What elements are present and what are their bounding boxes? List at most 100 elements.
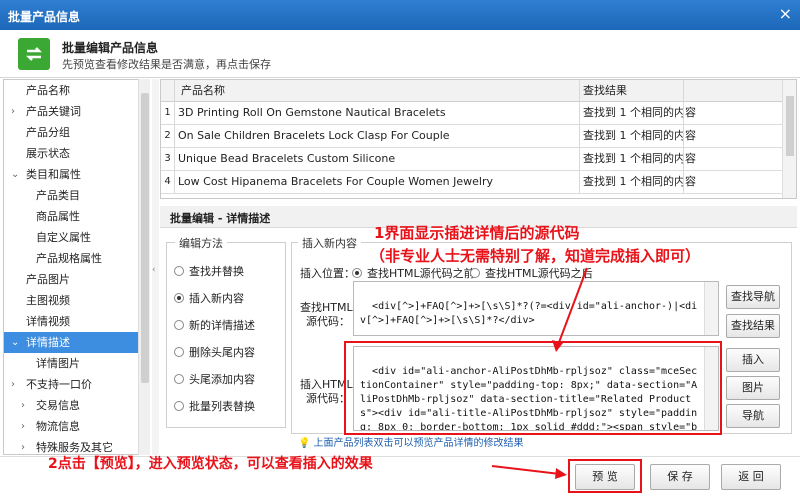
panel-splitter[interactable]: ‹ [152, 79, 159, 455]
sidebar-item-label: 物流信息 [36, 420, 80, 433]
chevron-down-icon[interactable]: ⌄ [11, 164, 19, 185]
lightbulb-icon: 💡 [298, 438, 311, 449]
insert-button[interactable]: 插入 [726, 348, 780, 372]
sidebar-item[interactable]: 产品分组 [4, 122, 149, 143]
arrow-to-preview [491, 465, 561, 475]
sidebar-item[interactable]: 详情图片 [4, 353, 149, 374]
sidebar-item[interactable]: 产品规格属性 [4, 248, 149, 269]
method-group: 编辑方法 查找并替换插入新内容新的详情描述 删除头尾内容 头尾添加内容 批量列表替换 [166, 235, 286, 428]
arrow-head-preview [555, 468, 567, 479]
collapse-icon[interactable]: ‹ [152, 265, 156, 275]
sidebar-item[interactable]: › 物流信息 [4, 416, 149, 437]
radio-unchecked-icon [174, 266, 184, 276]
method-radio[interactable]: 查找并替换 [174, 263, 244, 279]
sidebar-item-label: 产品分组 [26, 126, 70, 139]
result-cell: 查找到 1 个相同的内容 [579, 171, 696, 193]
column-header-name[interactable]: 产品名称 [174, 80, 578, 102]
method-radio[interactable]: 头尾添加内容 [174, 371, 255, 387]
find-textarea-scrollbar[interactable] [704, 282, 718, 335]
radio-unchecked-icon [174, 374, 184, 384]
nav-button[interactable]: 导航 [726, 404, 780, 428]
radio-checked-icon [174, 293, 184, 303]
find-result-button[interactable]: 查找结果 [726, 314, 780, 338]
chevron-down-icon[interactable]: ⌄ [11, 332, 19, 353]
back-button[interactable]: 返 回 [721, 464, 781, 490]
find-html-textarea[interactable]: <div[^>]+FAQ[^>]+>[\s\S]*?(?=<div id="al… [353, 281, 719, 336]
sidebar-item[interactable]: 产品名称 [4, 80, 149, 101]
sidebar-item[interactable]: › 不支持一口价 [4, 374, 149, 395]
chevron-right-icon[interactable]: › [11, 374, 15, 395]
position-label: 插入位置： [300, 267, 355, 280]
radio-unchecked-icon [174, 401, 184, 411]
sidebar-item[interactable]: › 产品关键词 [4, 101, 149, 122]
sidebar-item-label: 详情描述 [26, 336, 70, 349]
sidebar-item-label: 产品规格属性 [36, 252, 102, 265]
result-cell: 查找到 1 个相同的内容 [579, 102, 696, 124]
radio-unchecked-icon [174, 347, 184, 357]
sidebar-item[interactable]: 主图视频 [4, 290, 149, 311]
sidebar-item[interactable]: ⌄ 详情描述 [4, 332, 149, 353]
refresh-icon [18, 38, 50, 70]
chevron-right-icon[interactable]: › [21, 416, 25, 437]
title-bar: 批量产品信息 × [0, 0, 800, 30]
sidebar-item[interactable]: 产品类目 [4, 185, 149, 206]
sidebar-item-label: 展示状态 [26, 147, 70, 160]
product-name-cell: On Sale Children Bracelets Lock Clasp Fo… [174, 125, 578, 147]
preview-hint: 💡 上面产品列表双击可以预览产品详情的修改结果 [298, 438, 524, 449]
table-row[interactable]: 4 Low Cost Hipanema Bracelets For Couple … [161, 171, 783, 194]
sidebar-item-label: 商品属性 [36, 210, 80, 223]
preview-highlight-box [568, 459, 642, 493]
sidebar-item[interactable]: 产品图片 [4, 269, 149, 290]
result-cell: 查找到 1 个相同的内容 [579, 125, 696, 147]
sidebar-item[interactable]: 自定义属性 [4, 227, 149, 248]
grid-header: 产品名称 查找结果 [161, 80, 796, 102]
position-before-radio[interactable]: 查找HTML源代码之前 [352, 265, 475, 281]
insert-highlight-box [344, 341, 722, 435]
method-radio[interactable]: 插入新内容 [174, 290, 244, 306]
product-grid: 产品名称 查找结果 1 3D Printing Roll On Gemstone … [160, 79, 797, 199]
chevron-right-icon[interactable]: › [21, 395, 25, 416]
close-icon[interactable]: × [779, 5, 792, 23]
sidebar-scrollbar[interactable] [138, 79, 150, 455]
detail-section-title: 批量编辑 - 详情描述 [170, 212, 271, 225]
method-radio[interactable]: 删除头尾内容 [174, 344, 255, 360]
table-row[interactable]: 1 3D Printing Roll On Gemstone Nautical B… [161, 102, 783, 125]
table-row[interactable]: 3 Unique Bead Bracelets Custom Silicone 查找… [161, 148, 783, 171]
grid-scrollbar[interactable] [782, 80, 796, 198]
sidebar-item-label: 产品名称 [26, 84, 70, 97]
column-header-result[interactable]: 查找结果 [579, 80, 683, 102]
method-radio[interactable]: 批量列表替换 [174, 398, 255, 414]
dialog-header: 批量编辑产品信息 先预览查看修改结果是否满意，再点击保存 [0, 30, 800, 78]
radio-checked-icon [352, 268, 362, 278]
result-cell: 查找到 1 个相同的内容 [579, 148, 696, 170]
find-nav-button[interactable]: 查找导航 [726, 285, 780, 309]
header-subtitle: 先预览查看修改结果是否满意，再点击保存 [62, 58, 271, 71]
annotation-preview: 2点击【预览】，进入预览状态，可以查看插入的效果 [48, 456, 373, 472]
chevron-right-icon[interactable]: › [21, 437, 25, 454]
image-button[interactable]: 图片 [726, 376, 780, 400]
chevron-right-icon[interactable]: › [11, 101, 15, 122]
method-legend: 编辑方法 [175, 235, 227, 251]
sidebar-item-label: 自定义属性 [36, 231, 91, 244]
method-radio[interactable]: 新的详情描述 [174, 317, 255, 333]
sidebar-item-label: 详情图片 [36, 357, 80, 370]
radio-unchecked-icon [174, 320, 184, 330]
table-row[interactable]: 2 On Sale Children Bracelets Lock Clasp F… [161, 125, 783, 148]
sidebar-item[interactable]: 商品属性 [4, 206, 149, 227]
find-html-label-2: 源代码： [306, 315, 350, 328]
field-sidebar: 产品名称 › 产品关键词产品分组展示状态 ⌄ 类目和属性产品类目商品属性自定义属性产品规… [3, 79, 150, 455]
annotation-note: （非专业人士无需特别了解，知道完成插入即可） [370, 247, 701, 265]
sidebar-item-label: 主图视频 [26, 294, 70, 307]
row-number: 4 [164, 176, 171, 187]
position-after-radio[interactable]: 查找HTML源代码之后 [470, 265, 593, 281]
sidebar-item[interactable]: 详情视频 [4, 311, 149, 332]
sidebar-item-label: 产品关键词 [26, 105, 81, 118]
sidebar-item[interactable]: 展示状态 [4, 143, 149, 164]
row-number: 2 [164, 130, 171, 141]
save-button[interactable]: 保 存 [650, 464, 710, 490]
sidebar-item-label: 类目和属性 [26, 168, 81, 181]
sidebar-item-label: 详情视频 [26, 315, 70, 328]
sidebar-item[interactable]: ⌄ 类目和属性 [4, 164, 149, 185]
product-name-cell: 3D Printing Roll On Gemstone Nautical Br… [174, 102, 578, 124]
sidebar-item[interactable]: › 交易信息 [4, 395, 149, 416]
